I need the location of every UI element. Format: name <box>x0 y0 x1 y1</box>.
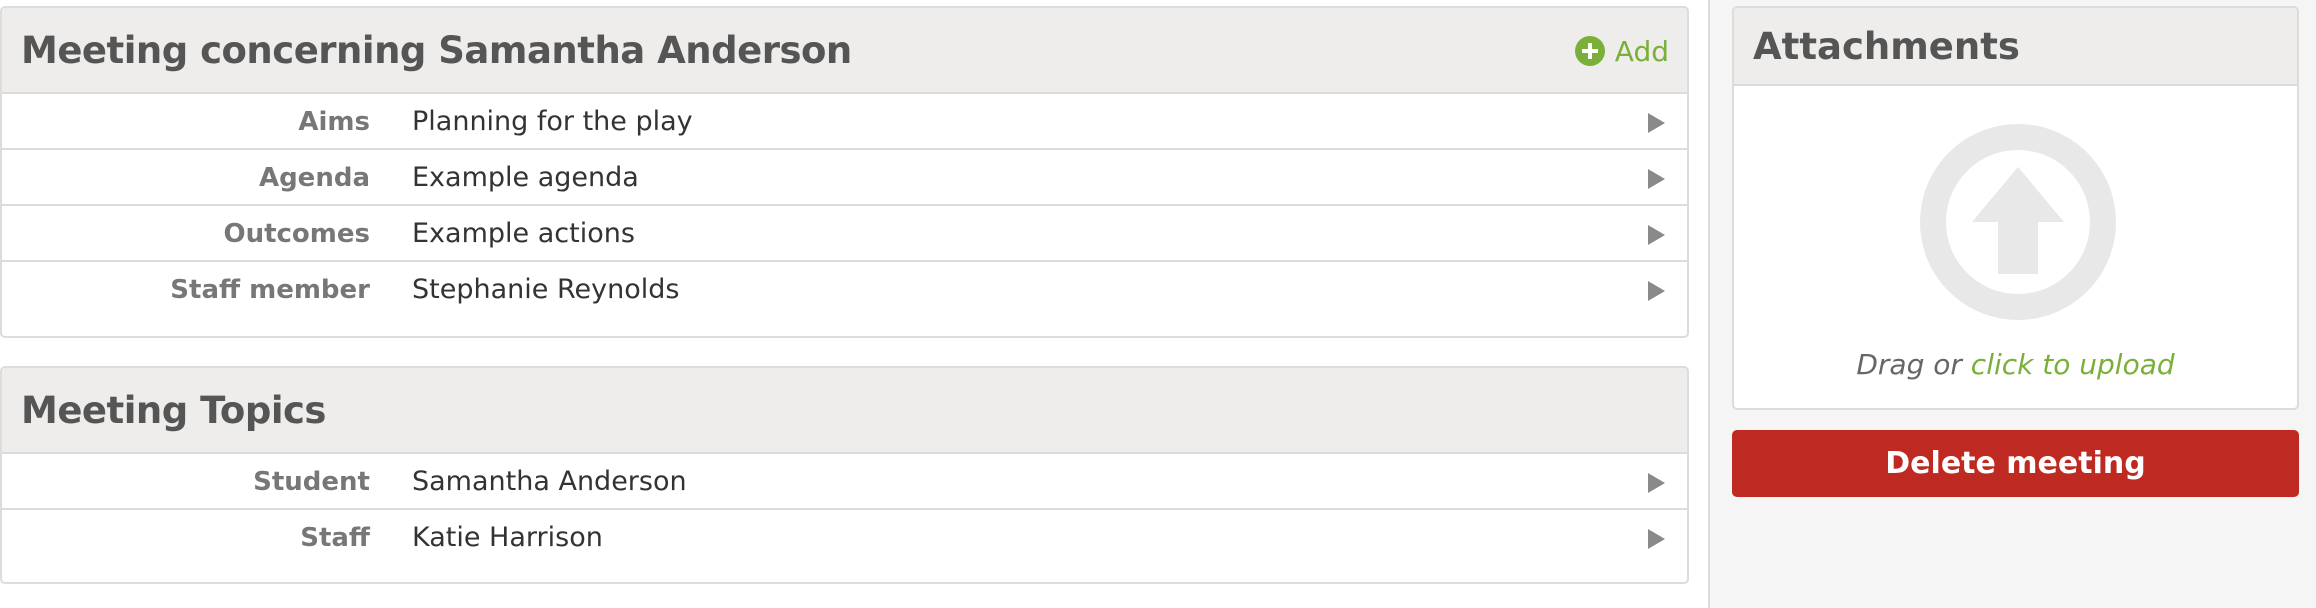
add-button[interactable]: Add <box>1574 8 1669 94</box>
meeting-details-panel: Meeting concerning Samantha Anderson Add… <box>0 6 1689 338</box>
meeting-panel-header: Meeting concerning Samantha Anderson Add <box>2 8 1687 94</box>
row-aims[interactable]: Aims Planning for the play <box>2 94 1687 150</box>
expand-arrow-icon[interactable] <box>1648 473 1665 493</box>
row-label: Staff <box>300 523 370 553</box>
row-label: Staff member <box>170 275 370 305</box>
row-value: Stephanie Reynolds <box>412 274 680 305</box>
meeting-page: Meeting concerning Samantha Anderson Add… <box>0 0 2316 608</box>
topics-panel-header: Meeting Topics <box>2 368 1687 454</box>
row-label: Student <box>253 467 370 497</box>
meeting-title: Meeting concerning Samantha Anderson <box>21 29 852 72</box>
row-value: Samantha Anderson <box>412 466 687 497</box>
row-staff[interactable]: Staff Katie Harrison <box>2 510 1687 566</box>
attachments-header: Attachments <box>1734 8 2297 86</box>
row-value: Planning for the play <box>412 106 693 137</box>
row-label: Agenda <box>258 163 370 193</box>
upload-prompt: Drag or click to upload <box>1734 348 2297 381</box>
expand-arrow-icon[interactable] <box>1648 529 1665 549</box>
upload-arrow-icon[interactable] <box>1918 122 2118 322</box>
expand-arrow-icon[interactable] <box>1648 281 1665 301</box>
expand-arrow-icon[interactable] <box>1648 113 1665 133</box>
click-to-upload-link[interactable]: click to upload <box>1971 348 2175 381</box>
row-label: Outcomes <box>223 219 370 249</box>
row-value: Example agenda <box>412 162 639 193</box>
attachments-title: Attachments <box>1753 25 2020 68</box>
row-agenda[interactable]: Agenda Example agenda <box>2 150 1687 206</box>
plus-circle-icon <box>1574 36 1605 66</box>
row-value: Example actions <box>412 218 635 249</box>
add-label: Add <box>1614 34 1669 68</box>
expand-arrow-icon[interactable] <box>1648 169 1665 189</box>
row-staff-member[interactable]: Staff member Stephanie Reynolds <box>2 262 1687 318</box>
row-label: Aims <box>298 107 370 137</box>
drag-text: Drag or <box>1856 348 1971 381</box>
topics-title: Meeting Topics <box>21 389 326 432</box>
expand-arrow-icon[interactable] <box>1648 225 1665 245</box>
main-column: Meeting concerning Samantha Anderson Add… <box>0 0 1708 608</box>
delete-meeting-button[interactable]: Delete meeting <box>1732 430 2299 497</box>
sidebar: Attachments Drag or click to upload Dele… <box>1708 0 2316 608</box>
row-outcomes[interactable]: Outcomes Example actions <box>2 206 1687 262</box>
row-value: Katie Harrison <box>412 522 603 553</box>
attachments-panel: Attachments Drag or click to upload <box>1732 6 2299 410</box>
meeting-topics-panel: Meeting Topics Student Samantha Anderson… <box>0 366 1689 584</box>
row-student[interactable]: Student Samantha Anderson <box>2 454 1687 510</box>
